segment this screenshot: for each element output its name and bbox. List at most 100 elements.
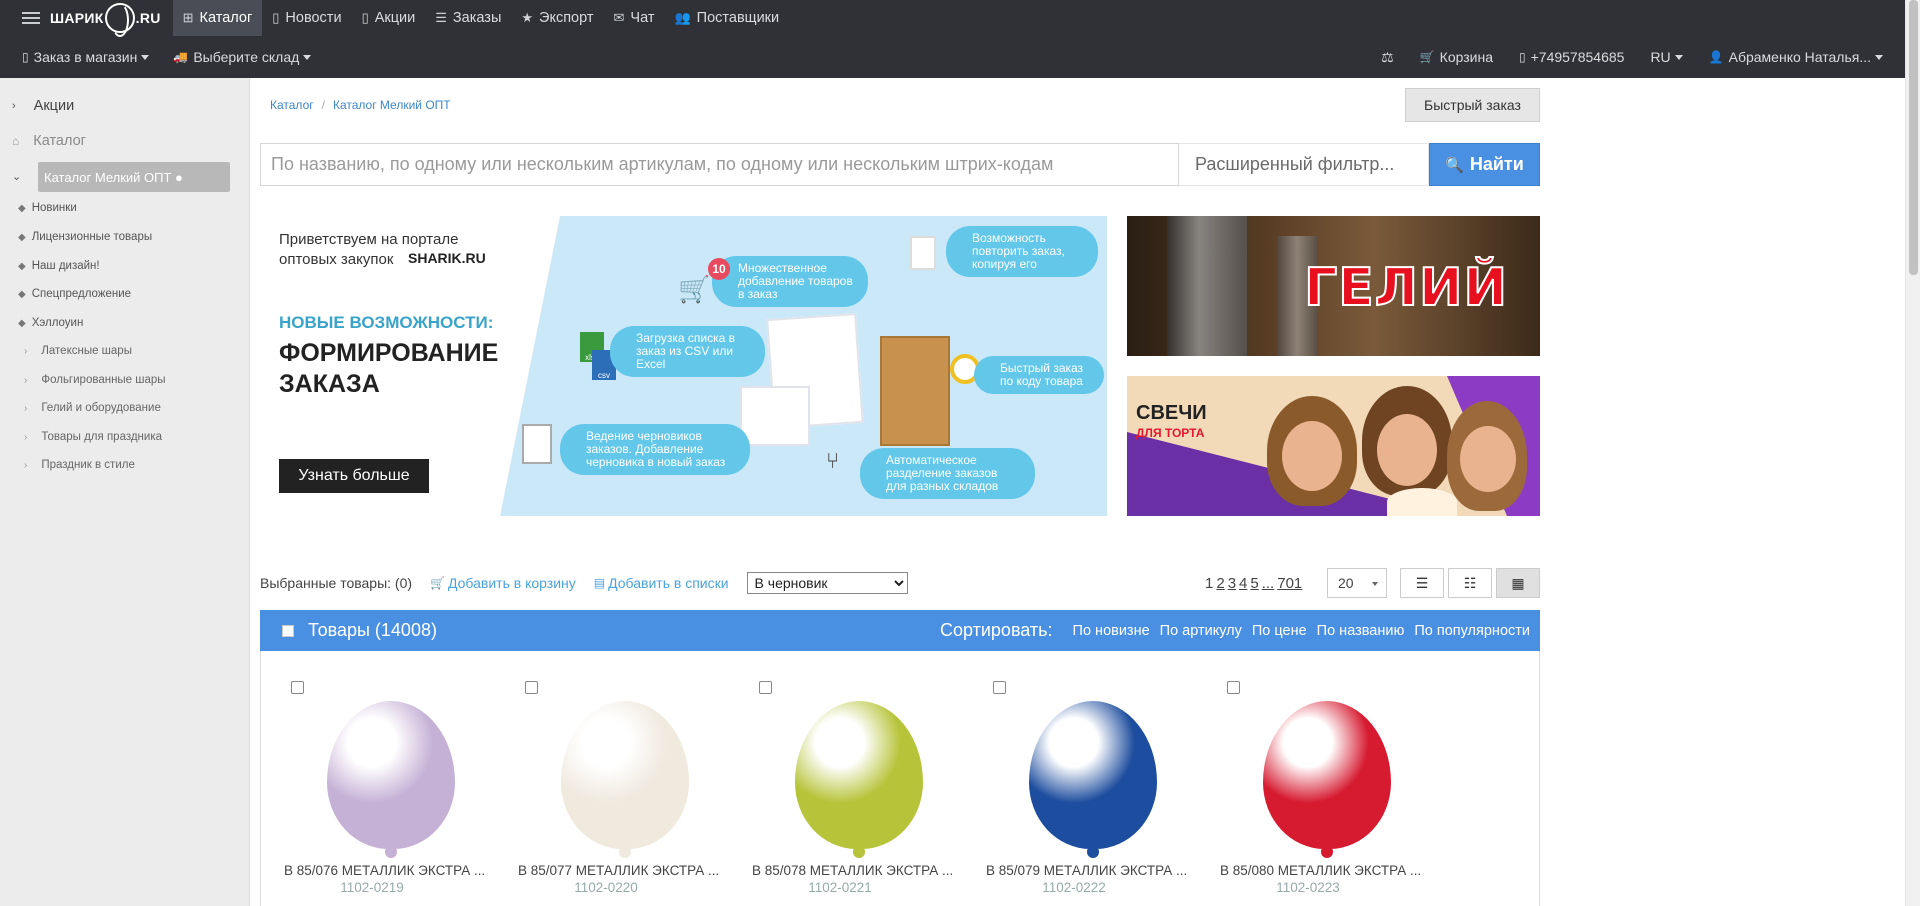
product-image[interactable]: [1263, 701, 1391, 849]
sidebar-item-halloween[interactable]: ◆ Хэллоуин: [18, 317, 83, 329]
product-title[interactable]: В 85/079 МЕТАЛЛИК ЭКСТРА ...: [986, 863, 1187, 878]
sidebar-item-catalog[interactable]: ⌂ Каталог: [12, 133, 86, 149]
nav-promo[interactable]: ▯ Акции: [352, 0, 426, 36]
sidebar-sub-helium[interactable]: › Гелий и оборудование: [24, 402, 161, 414]
add-to-lists-link[interactable]: ▤ Добавить в списки: [594, 575, 729, 591]
page-last[interactable]: 701: [1277, 575, 1302, 592]
scrollbar-thumb[interactable]: [1909, 0, 1918, 275]
sidebar-expand-icon[interactable]: ⌄: [12, 170, 39, 183]
feature-bubble-quick-order: Быстрый заказ по коду товара: [974, 356, 1104, 394]
search-icon: 🔍: [1445, 156, 1464, 174]
draft-select[interactable]: В черновик: [746, 572, 908, 594]
sort-by-popularity[interactable]: По популярности: [1414, 623, 1530, 639]
sidebar-item-our-design[interactable]: ◆ Наш дизайн!: [18, 260, 100, 272]
user-menu-dropdown[interactable]: 👤 Абраменко Наталья...: [1709, 49, 1883, 65]
order-to-store-dropdown[interactable]: ▯ Заказ в магазин: [22, 49, 150, 65]
product-card[interactable]: В 85/080 МЕТАЛЛИК ЭКСТРА ... 1102-0223: [1197, 651, 1421, 906]
product-image[interactable]: [1029, 701, 1157, 849]
sidebar-item-special[interactable]: ◆ Спецпредложение: [18, 288, 131, 300]
page-5[interactable]: 5: [1250, 575, 1258, 592]
candles-subtitle: ДЛЯ ТОРТА: [1136, 426, 1205, 440]
phone-link[interactable]: ▯ +74957854685: [1519, 49, 1624, 65]
page-2[interactable]: 2: [1216, 575, 1224, 592]
breadcrumb-catalog[interactable]: Каталог: [270, 98, 314, 112]
product-image[interactable]: [561, 701, 689, 849]
nav-chat[interactable]: ✉ Чат: [604, 0, 665, 36]
helium-banner[interactable]: ГЕЛИЙ: [1127, 216, 1540, 356]
product-image[interactable]: [795, 701, 923, 849]
product-checkbox[interactable]: [759, 681, 772, 694]
sidebar-sub-latex[interactable]: › Латексные шары: [24, 345, 132, 357]
fast-order-button[interactable]: Быстрый заказ: [1405, 88, 1540, 122]
nav-orders[interactable]: ☰ Заказы: [425, 0, 511, 36]
product-title[interactable]: В 85/077 МЕТАЛЛИК ЭКСТРА ...: [518, 863, 719, 878]
user-icon: 👤: [1708, 50, 1724, 64]
sidebar-sub-styled-holiday[interactable]: › Праздник в стиле: [24, 459, 135, 471]
nav-catalog[interactable]: ⊞ Каталог: [172, 0, 263, 36]
view-detailed-list-button[interactable]: ☷: [1448, 568, 1492, 598]
warehouse-dropdown[interactable]: 🚚 Выберите склад: [173, 49, 312, 65]
page-ellipsis[interactable]: ...: [1262, 575, 1275, 592]
nav-export[interactable]: ★ Экспорт: [511, 0, 603, 36]
sort-by-price[interactable]: По цене: [1252, 623, 1307, 639]
breadcrumb-small-wholesale[interactable]: Каталог Мелкий ОПТ: [333, 98, 451, 112]
view-grid-button[interactable]: ▦: [1496, 568, 1540, 598]
chevron-right-icon: ›: [24, 402, 28, 414]
page-4[interactable]: 4: [1239, 575, 1247, 592]
book-icon: ▤: [593, 576, 606, 590]
sidebar-item-catalog-small-wholesale[interactable]: Каталог Мелкий ОПТ ●: [38, 162, 230, 192]
learn-more-button[interactable]: Узнать больше: [279, 459, 429, 493]
per-page-select[interactable]: 20: [1327, 568, 1387, 598]
site-logo[interactable]: ШАРИК .RU: [50, 3, 161, 37]
document-copy-icon: [910, 236, 936, 270]
star-icon: ★: [521, 10, 534, 25]
page-3[interactable]: 3: [1228, 575, 1236, 592]
product-card[interactable]: В 85/076 МЕТАЛЛИК ЭКСТРА ... 1102-0219: [261, 651, 485, 906]
sidebar-item-licensed[interactable]: ◆ Лицензионные товары: [18, 231, 152, 243]
product-checkbox[interactable]: [1227, 681, 1240, 694]
sidebar-sub-holiday-goods[interactable]: › Товары для праздника: [24, 431, 162, 443]
product-card[interactable]: В 85/078 МЕТАЛЛИК ЭКСТРА ... 1102-0221: [729, 651, 953, 906]
nav-suppliers[interactable]: 👥 Поставщики: [664, 0, 789, 36]
banner-logo: SHARIK.RU: [408, 250, 486, 266]
sort-by-newness[interactable]: По новизне: [1073, 623, 1150, 639]
candles-banner[interactable]: СВЕЧИ ДЛЯ ТОРТА: [1127, 376, 1540, 516]
page-1[interactable]: 1: [1205, 575, 1213, 592]
main-nav-row: ШАРИК .RU ⊞ Каталог ▯ Новости ▯ Акции ☰ Зака…: [0, 0, 1905, 37]
product-image[interactable]: [327, 701, 455, 849]
product-title[interactable]: В 85/076 МЕТАЛЛИК ЭКСТРА ...: [284, 863, 485, 878]
product-title[interactable]: В 85/080 МЕТАЛЛИК ЭКСТРА ...: [1220, 863, 1421, 878]
add-to-cart-link[interactable]: 🛒 Добавить в корзину: [430, 575, 576, 591]
box-illustration: [880, 336, 950, 446]
search-input[interactable]: [260, 143, 1179, 186]
product-checkbox[interactable]: [525, 681, 538, 694]
product-article: 1102-0221: [808, 880, 872, 895]
product-checkbox[interactable]: [993, 681, 1006, 694]
sidebar-item-new[interactable]: ◆ Новинки: [18, 202, 77, 214]
balloon-knot: [853, 848, 865, 858]
product-checkbox[interactable]: [291, 681, 304, 694]
hamburger-menu-icon[interactable]: [22, 12, 40, 24]
selection-toolbar: Выбранные товары: (0) 🛒 Добавить в корзин…: [260, 568, 1540, 598]
order-features-banner[interactable]: Приветствуем на портале оптовых закупок …: [260, 216, 1107, 516]
search-button[interactable]: 🔍 Найти: [1429, 143, 1540, 186]
sort-by-name[interactable]: По названию: [1317, 623, 1405, 639]
page-scrollbar[interactable]: [1905, 0, 1920, 906]
sort-by-article[interactable]: По артикулу: [1160, 623, 1242, 639]
view-list-button[interactable]: ☰: [1400, 568, 1444, 598]
advanced-filter-field[interactable]: Расширенный фильтр...: [1179, 143, 1429, 186]
product-card[interactable]: В 85/077 МЕТАЛЛИК ЭКСТРА ... 1102-0220: [495, 651, 719, 906]
product-card[interactable]: В 85/079 МЕТАЛЛИК ЭКСТРА ... 1102-0222: [963, 651, 1187, 906]
feature-bubble-csv-upload: Загрузка списка в заказ из CSV или Excel: [610, 326, 765, 377]
select-all-checkbox[interactable]: [282, 624, 294, 637]
feature-bubble-drafts: Ведение черновиков заказов. Добавление ч…: [560, 424, 750, 475]
nav-news[interactable]: ▯ Новости: [262, 0, 351, 36]
list-icon: ☰: [1415, 574, 1429, 591]
cart-link[interactable]: 🛒 Корзина: [1420, 49, 1493, 65]
compare-scales-icon[interactable]: ⚖: [1381, 49, 1394, 66]
language-dropdown[interactable]: RU: [1650, 49, 1683, 65]
sidebar-sub-foil[interactable]: › Фольгированные шары: [24, 374, 166, 386]
sidebar-item-promo[interactable]: › Акции: [12, 98, 74, 114]
product-title[interactable]: В 85/078 МЕТАЛЛИК ЭКСТРА ...: [752, 863, 953, 878]
caret-down-icon: [303, 54, 312, 60]
